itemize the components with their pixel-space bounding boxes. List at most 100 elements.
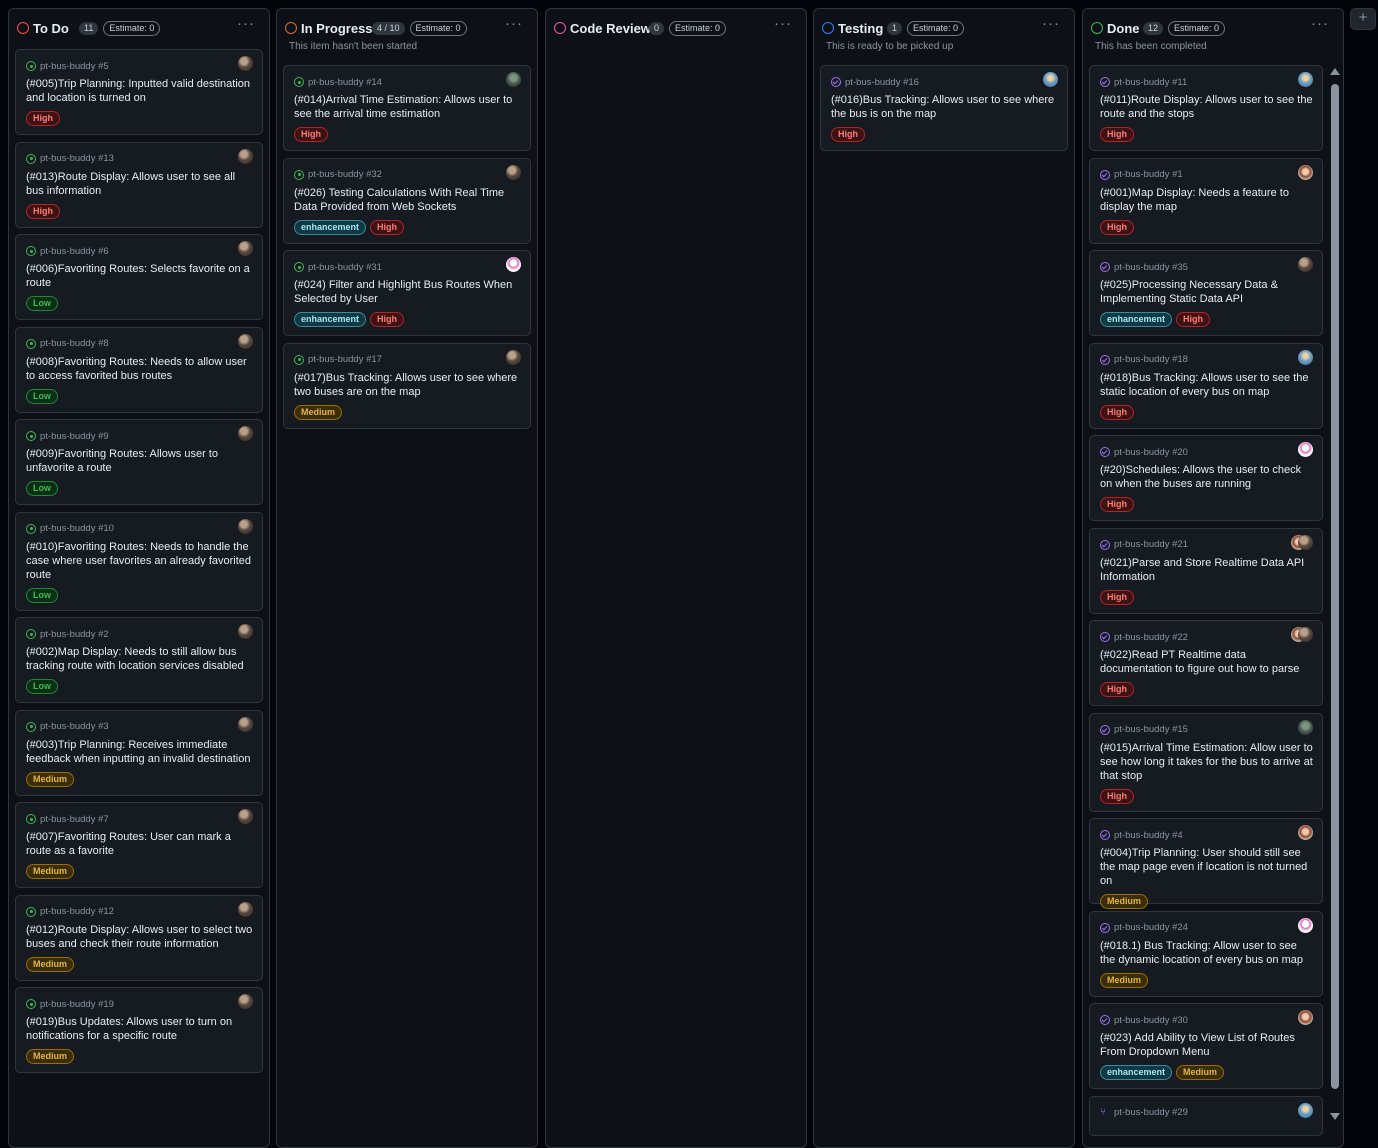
issue-reference[interactable]: pt-bus-buddy #18 [1114,354,1188,365]
label-high[interactable]: High [1100,682,1134,697]
issue-reference[interactable]: pt-bus-buddy #30 [1114,1015,1188,1026]
assignee-avatar[interactable] [238,56,253,71]
assignee-avatar[interactable] [1043,72,1058,87]
issue-card[interactable]: pt-bus-buddy #20 (#20)Schedules: Allows t… [1089,435,1323,521]
scroll-down-arrow-icon[interactable] [1330,1113,1340,1120]
scroll-thumb[interactable] [1331,84,1339,1089]
issue-reference[interactable]: pt-bus-buddy #16 [845,77,919,88]
issue-reference[interactable]: pt-bus-buddy #2 [40,629,109,640]
label-medium[interactable]: Medium [1176,1065,1225,1080]
issue-card[interactable]: pt-bus-buddy #14 (#014)Arrival Time Estim… [283,65,531,151]
issue-title[interactable]: (#006)Favoriting Routes: Selects favorit… [26,262,253,290]
issue-title[interactable]: (#018)Bus Tracking: Allows user to see t… [1100,371,1313,399]
issue-reference[interactable]: pt-bus-buddy #12 [40,906,114,917]
issue-card[interactable]: pt-bus-buddy #12 (#012)Route Display: All… [15,894,263,981]
issue-card[interactable]: pt-bus-buddy #30 (#023) Add Ability to Vi… [1089,1003,1323,1089]
issue-reference[interactable]: pt-bus-buddy #11 [1114,77,1187,88]
label-medium[interactable]: Medium [26,771,75,787]
assignee-avatar[interactable] [238,148,253,164]
assignee-avatar[interactable] [238,901,253,917]
issue-card[interactable]: pt-bus-buddy #19 (#019)Bus Updates: Allow… [15,987,263,1073]
issue-reference[interactable]: pt-bus-buddy #17 [308,354,382,365]
label-high[interactable]: High [1100,404,1134,420]
label-medium[interactable]: Medium [1100,894,1149,909]
issue-card[interactable]: pt-bus-buddy #8 (#008)Favoriting Routes: … [15,326,263,413]
issue-title[interactable]: (#005)Trip Planning: Inputted valid dest… [26,77,253,105]
issue-card[interactable]: pt-bus-buddy #5 (#005)Trip Planning: Inpu… [15,49,263,135]
assignee-avatars[interactable] [1291,627,1313,642]
issue-title[interactable]: (#001)Map Display: Needs a feature to di… [1100,186,1313,214]
assignee-avatar[interactable] [506,349,521,365]
issue-card[interactable]: pt-bus-buddy #21 (#021)Parse and Store Re… [1089,527,1323,614]
label-enhancement[interactable]: enhancement [294,219,367,235]
assignee-avatar[interactable] [1298,442,1313,457]
issue-title[interactable]: (#023) Add Ability to View List of Route… [1100,1031,1313,1059]
assignee-avatar[interactable] [1298,164,1313,180]
issue-card[interactable]: pt-bus-buddy #9 (#009)Favoriting Routes: … [15,419,263,505]
issue-card[interactable]: pt-bus-buddy #3 (#003)Trip Planning: Rece… [15,709,263,796]
issue-card[interactable]: pt-bus-buddy #18 (#018)Bus Tracking: Allo… [1089,342,1323,429]
issue-reference[interactable]: pt-bus-buddy #8 [40,338,109,349]
issue-reference[interactable]: pt-bus-buddy #20 [1114,447,1188,458]
column-menu-button[interactable]: ··· [505,15,523,32]
issue-title[interactable]: (#008)Favoriting Routes: Needs to allow … [26,355,253,383]
issue-reference[interactable]: pt-bus-buddy #3 [40,721,109,732]
issue-card[interactable]: pt-bus-buddy #31 (#024) Filter and Highli… [283,250,531,336]
column-menu-button[interactable]: ··· [1311,15,1329,32]
issue-card[interactable]: pt-bus-buddy #24 (#018.1) Bus Tracking: A… [1089,910,1323,997]
issue-card[interactable]: pt-bus-buddy #10 (#010)Favoriting Routes:… [15,511,263,611]
issue-title[interactable]: (#012)Route Display: Allows user to sele… [26,923,253,951]
column-menu-button[interactable]: ··· [1042,15,1060,32]
label-high[interactable]: High [370,219,405,235]
issue-reference[interactable]: pt-bus-buddy #14 [308,77,382,88]
issue-title[interactable]: (#007)Favoriting Routes: User can mark a… [26,830,253,858]
assignee-avatar[interactable] [1298,257,1313,272]
issue-reference[interactable]: pt-bus-buddy #4 [1114,830,1183,841]
assignee-avatar[interactable] [238,241,253,256]
label-low[interactable]: Low [26,587,58,603]
label-high[interactable]: High [831,127,865,142]
issue-card[interactable]: pt-bus-buddy #22 (#022)Read PT Realtime d… [1089,620,1323,706]
assignee-avatar[interactable] [506,72,521,87]
issue-reference[interactable]: pt-bus-buddy #6 [40,246,109,257]
assignee-avatars[interactable] [1291,534,1313,550]
label-enhancement[interactable]: enhancement [294,312,367,327]
assignee-avatar[interactable] [1298,719,1313,735]
assignee-avatar[interactable] [506,257,521,272]
issue-reference[interactable]: pt-bus-buddy #22 [1114,632,1188,643]
assignee-avatar[interactable] [238,624,253,639]
issue-title[interactable]: (#017)Bus Tracking: Allows user to see w… [294,371,521,399]
issue-card[interactable]: pt-bus-buddy #32 (#026) Testing Calculati… [283,157,531,244]
issue-title[interactable]: (#022)Read PT Realtime data documentatio… [1100,648,1313,676]
label-low[interactable]: Low [26,388,58,404]
issue-title[interactable]: (#004)Trip Planning: User should still s… [1100,846,1313,888]
issue-reference[interactable]: pt-bus-buddy #24 [1114,922,1188,933]
issue-card[interactable]: pt-bus-buddy #11 (#011)Route Display: All… [1089,65,1323,151]
issue-reference[interactable]: pt-bus-buddy #1 [1114,169,1183,180]
issue-card[interactable]: pt-bus-buddy #35 (#025)Processing Necessa… [1089,250,1323,336]
issue-card[interactable]: pt-bus-buddy #7 (#007)Favoriting Routes: … [15,802,263,888]
label-enhancement[interactable]: enhancement [1100,1065,1173,1080]
issue-reference[interactable]: pt-bus-buddy #5 [40,61,109,72]
issue-title[interactable]: (#021)Parse and Store Realtime Data API … [1100,556,1313,584]
label-high[interactable]: High [1176,312,1211,327]
add-column-button[interactable]: + [1350,8,1376,30]
issue-reference[interactable]: pt-bus-buddy #15 [1114,724,1188,735]
done-column-scrollbar[interactable] [1328,64,1342,1124]
issue-title[interactable]: (#018.1) Bus Tracking: Allow user to see… [1100,939,1313,967]
issue-title[interactable]: (#20)Schedules: Allows the user to check… [1100,463,1313,491]
issue-card[interactable]: ⑂ pt-bus-buddy #29 [1089,1095,1323,1136]
issue-card[interactable]: pt-bus-buddy #1 (#001)Map Display: Needs … [1089,157,1323,244]
label-high[interactable]: High [294,127,328,142]
label-medium[interactable]: Medium [26,864,75,879]
label-medium[interactable]: Medium [294,404,343,420]
issue-title[interactable]: (#003)Trip Planning: Receives immediate … [26,738,253,766]
issue-reference[interactable]: pt-bus-buddy #29 [1114,1107,1188,1118]
assignee-avatar[interactable] [506,164,521,180]
issue-card[interactable]: pt-bus-buddy #13 (#013)Route Display: All… [15,141,263,228]
label-high[interactable]: High [1100,788,1134,804]
issue-reference[interactable]: pt-bus-buddy #35 [1114,262,1188,273]
label-low[interactable]: Low [26,679,58,694]
assignee-avatar[interactable] [1298,917,1313,933]
label-low[interactable]: Low [26,296,58,311]
